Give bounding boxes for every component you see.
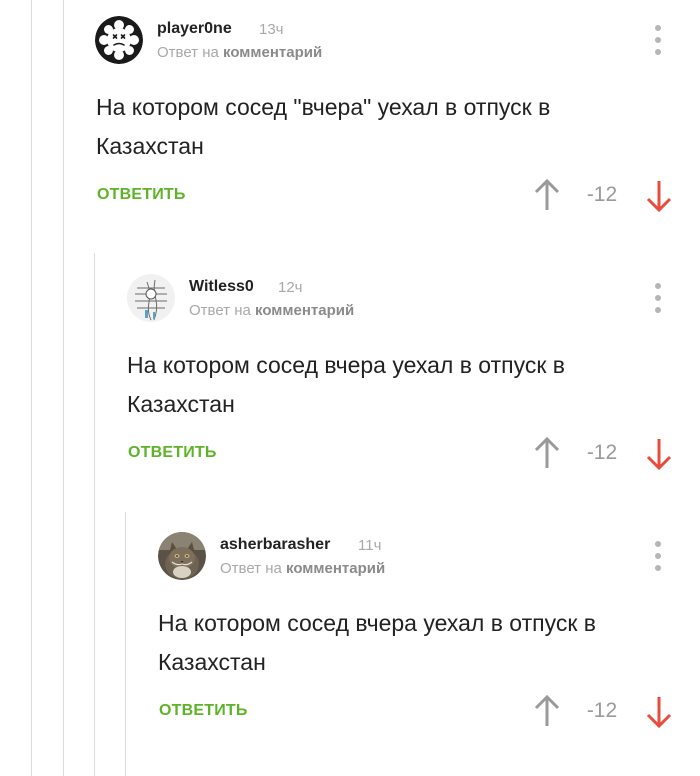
arrow-up-icon[interactable] [534, 178, 560, 211]
comment: player0ne 13ч Ответ на комментарий На ко… [0, 0, 700, 250]
rating: -12 [586, 183, 618, 206]
username[interactable]: Witless0 [189, 278, 254, 296]
more-vertical-icon[interactable] [654, 541, 662, 571]
timestamp: 11ч [358, 537, 382, 554]
arrow-up-icon[interactable] [534, 694, 560, 727]
timestamp: 12ч [278, 279, 303, 296]
cat-photo-avatar[interactable] [158, 532, 206, 580]
comment: asherbarasher 11ч Ответ на комментарий Н… [0, 516, 700, 766]
arrow-down-icon[interactable] [646, 180, 672, 213]
comment-text: На котором сосед "вчера" уехал в отпуск … [96, 94, 551, 159]
reply-to: Ответ на комментарий [189, 302, 354, 319]
reply-to: Ответ на комментарий [157, 44, 322, 61]
reply-prefix: Ответ на [220, 560, 282, 577]
reply-target-link[interactable]: комментарий [255, 302, 354, 319]
more-vertical-icon[interactable] [654, 283, 662, 313]
username[interactable]: asherbarasher [220, 536, 330, 554]
arrow-down-icon[interactable] [646, 696, 672, 729]
reply-prefix: Ответ на [189, 302, 251, 319]
username[interactable]: player0ne [157, 20, 232, 38]
more-vertical-icon[interactable] [654, 25, 662, 55]
reply-target-link[interactable]: комментарий [223, 44, 322, 61]
reply-prefix: Ответ на [157, 44, 219, 61]
arrow-up-icon[interactable] [534, 436, 560, 469]
comment: Witless0 12ч Ответ на комментарий На кот… [0, 258, 700, 508]
sketch-avatar[interactable] [127, 274, 175, 322]
comment-text: На котором сосед вчера уехал в отпуск в … [158, 610, 596, 675]
rating: -12 [586, 441, 618, 464]
reply-button[interactable]: ОТВЕТИТЬ [159, 702, 248, 720]
reply-button[interactable]: ОТВЕТИТЬ [128, 444, 217, 462]
timestamp: 13ч [259, 21, 284, 38]
comment-text: На котором сосед вчера уехал в отпуск в … [127, 352, 565, 417]
arrow-down-icon[interactable] [646, 438, 672, 471]
reply-button[interactable]: ОТВЕТИТЬ [97, 186, 186, 204]
snowflake-skull-avatar[interactable] [95, 16, 143, 64]
rating: -12 [586, 699, 618, 722]
reply-target-link[interactable]: комментарий [286, 560, 385, 577]
reply-to: Ответ на комментарий [220, 560, 385, 577]
